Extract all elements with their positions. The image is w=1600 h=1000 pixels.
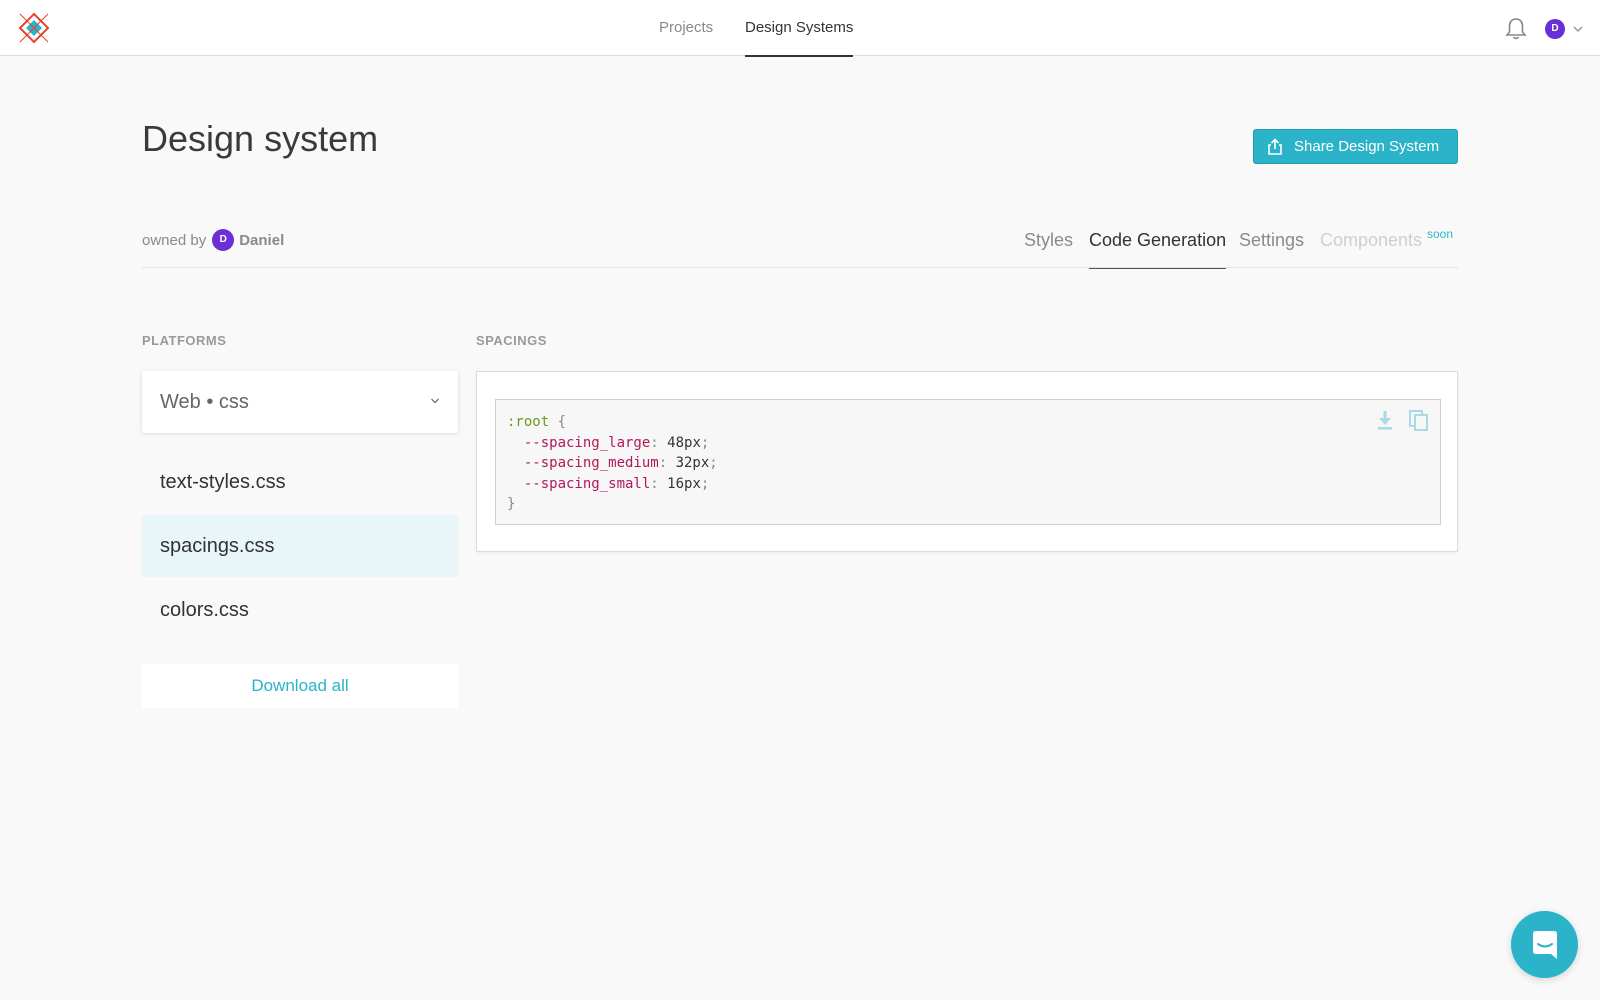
owner-name[interactable]: Daniel <box>239 232 284 249</box>
platform-select-value: Web • css <box>160 390 249 413</box>
tab-code-generation[interactable]: Code Generation <box>1089 222 1227 269</box>
owned-by-label: owned by <box>142 231 207 249</box>
code-line: --spacing_large: 48px; <box>523 434 710 451</box>
code-close-brace: } <box>507 496 516 512</box>
download-icon[interactable] <box>1374 408 1396 432</box>
code-property: --spacing_small <box>523 475 651 492</box>
code-value: 16px <box>667 475 701 492</box>
tab-styles[interactable]: Styles <box>1024 222 1073 268</box>
code-actions <box>1374 408 1430 432</box>
platform-select[interactable]: Web • css <box>142 371 458 433</box>
code-property: --spacing_large <box>523 434 651 451</box>
header-divider <box>142 267 1458 268</box>
chat-launcher-button[interactable] <box>1511 911 1578 978</box>
page-title: Design system <box>142 118 379 159</box>
soon-badge: soon <box>1427 227 1454 241</box>
main-nav: Projects Design Systems <box>0 0 1600 57</box>
code-block[interactable]: :root { --spacing_large: 48px; --spacing… <box>495 399 1441 525</box>
file-item-text-styles[interactable]: text-styles.css <box>142 451 458 513</box>
copy-icon[interactable] <box>1408 408 1430 432</box>
user-avatar[interactable]: D <box>1545 19 1565 39</box>
code-line: --spacing_small: 16px; <box>523 475 710 492</box>
code-value: 32px <box>675 455 710 471</box>
code-selector: :root <box>507 414 550 430</box>
spacings-section-label: SPACINGS <box>476 333 547 348</box>
chat-icon <box>1532 930 1557 959</box>
code-property: --spacing_medium <box>523 455 659 471</box>
bell-icon[interactable] <box>1505 17 1527 41</box>
code-open-brace: { <box>549 414 567 430</box>
chevron-down-icon[interactable] <box>1572 24 1584 34</box>
top-navbar: Projects Design Systems D <box>0 0 1600 57</box>
share-icon <box>1268 137 1282 155</box>
chevron-down-icon <box>431 398 439 404</box>
download-all-button[interactable]: Download all <box>142 664 458 708</box>
code-value: 48px <box>667 434 701 451</box>
code-line: --spacing_medium: 32px; <box>523 455 718 471</box>
owner-row: owned by D Daniel <box>142 228 284 252</box>
code-line: :root { <box>507 412 1429 433</box>
tab-components: Components <box>1320 230 1423 250</box>
share-button-label: Share Design System <box>1294 138 1440 155</box>
tab-settings[interactable]: Settings <box>1239 222 1304 268</box>
file-item-colors[interactable]: colors.css <box>142 579 458 641</box>
platforms-section-label: PLATFORMS <box>142 333 227 348</box>
nav-tab-projects[interactable]: Projects <box>659 0 713 56</box>
file-item-spacings[interactable]: spacings.css <box>142 515 458 577</box>
owner-avatar: D <box>212 229 235 251</box>
nav-tab-design-systems[interactable]: Design Systems <box>745 0 854 57</box>
code-card: :root { --spacing_large: 48px; --spacing… <box>476 371 1458 552</box>
share-design-system-button[interactable]: Share Design System <box>1253 129 1458 164</box>
